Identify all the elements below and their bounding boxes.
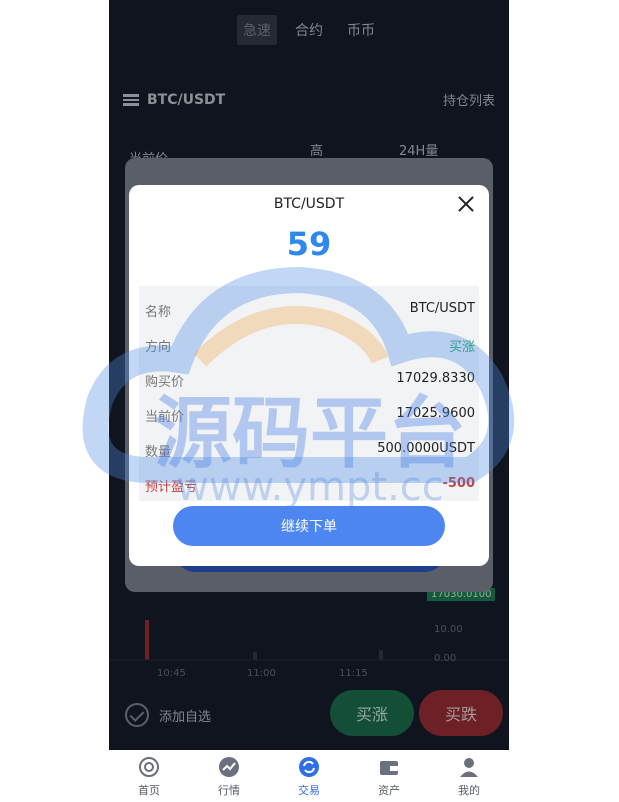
close-icon[interactable]	[457, 195, 475, 213]
user-icon	[458, 756, 480, 778]
info-key: 当前价	[145, 410, 185, 425]
info-row-amount: 数量 500.0000USDT	[145, 441, 475, 461]
tab-trade[interactable]: 交易	[269, 750, 349, 802]
tab-label: 首页	[138, 784, 160, 797]
tab-label: 我的	[458, 784, 480, 797]
info-value: BTC/USDT	[409, 301, 475, 316]
tab-market[interactable]: 行情	[189, 750, 269, 802]
wallet-icon	[378, 756, 400, 778]
tab-mine[interactable]: 我的	[429, 750, 509, 802]
tab-home[interactable]: 首页	[109, 750, 189, 802]
info-key: 预计盈亏	[145, 480, 198, 495]
info-value: 500.0000USDT	[377, 441, 475, 456]
countdown-value: 59	[286, 225, 332, 263]
info-key: 购买价	[145, 375, 185, 390]
info-row-name: 名称 BTC/USDT	[145, 301, 475, 321]
info-value: 17025.9600	[396, 406, 475, 421]
info-row-profit-loss: 预计盈亏 -500	[145, 476, 475, 496]
stage: 急速 合约 币币 BTC/USDT 持仓列表 当前价 高 24H量 17030.…	[0, 0, 619, 802]
info-key: 方向	[145, 340, 172, 355]
bottom-tabbar: 首页 行情 交易 资产 我的	[109, 750, 509, 802]
order-result-modal: BTC/USDT 59 名称 BTC/USDT 方向 买涨 购买价 17029.…	[129, 185, 489, 566]
tab-assets[interactable]: 资产	[349, 750, 429, 802]
order-info: 名称 BTC/USDT 方向 买涨 购买价 17029.8330 当前价 170…	[139, 286, 479, 501]
info-value: 17029.8330	[396, 371, 475, 386]
info-value: -500	[442, 476, 475, 491]
modal-title: BTC/USDT	[273, 196, 345, 212]
info-row-buy-price: 购买价 17029.8330	[145, 371, 475, 391]
info-value: 买涨	[448, 340, 475, 355]
home-icon	[138, 756, 160, 778]
trade-icon	[298, 756, 320, 778]
info-row-current-price: 当前价 17025.9600	[145, 406, 475, 426]
tab-label: 资产	[378, 784, 400, 797]
info-key: 名称	[145, 305, 172, 320]
trend-icon	[218, 756, 240, 778]
info-key: 数量	[145, 445, 172, 460]
info-row-direction: 方向 买涨	[145, 336, 475, 356]
continue-order-button[interactable]: 继续下单	[173, 506, 445, 546]
tab-label: 交易	[298, 784, 320, 797]
tab-label: 行情	[218, 784, 240, 797]
